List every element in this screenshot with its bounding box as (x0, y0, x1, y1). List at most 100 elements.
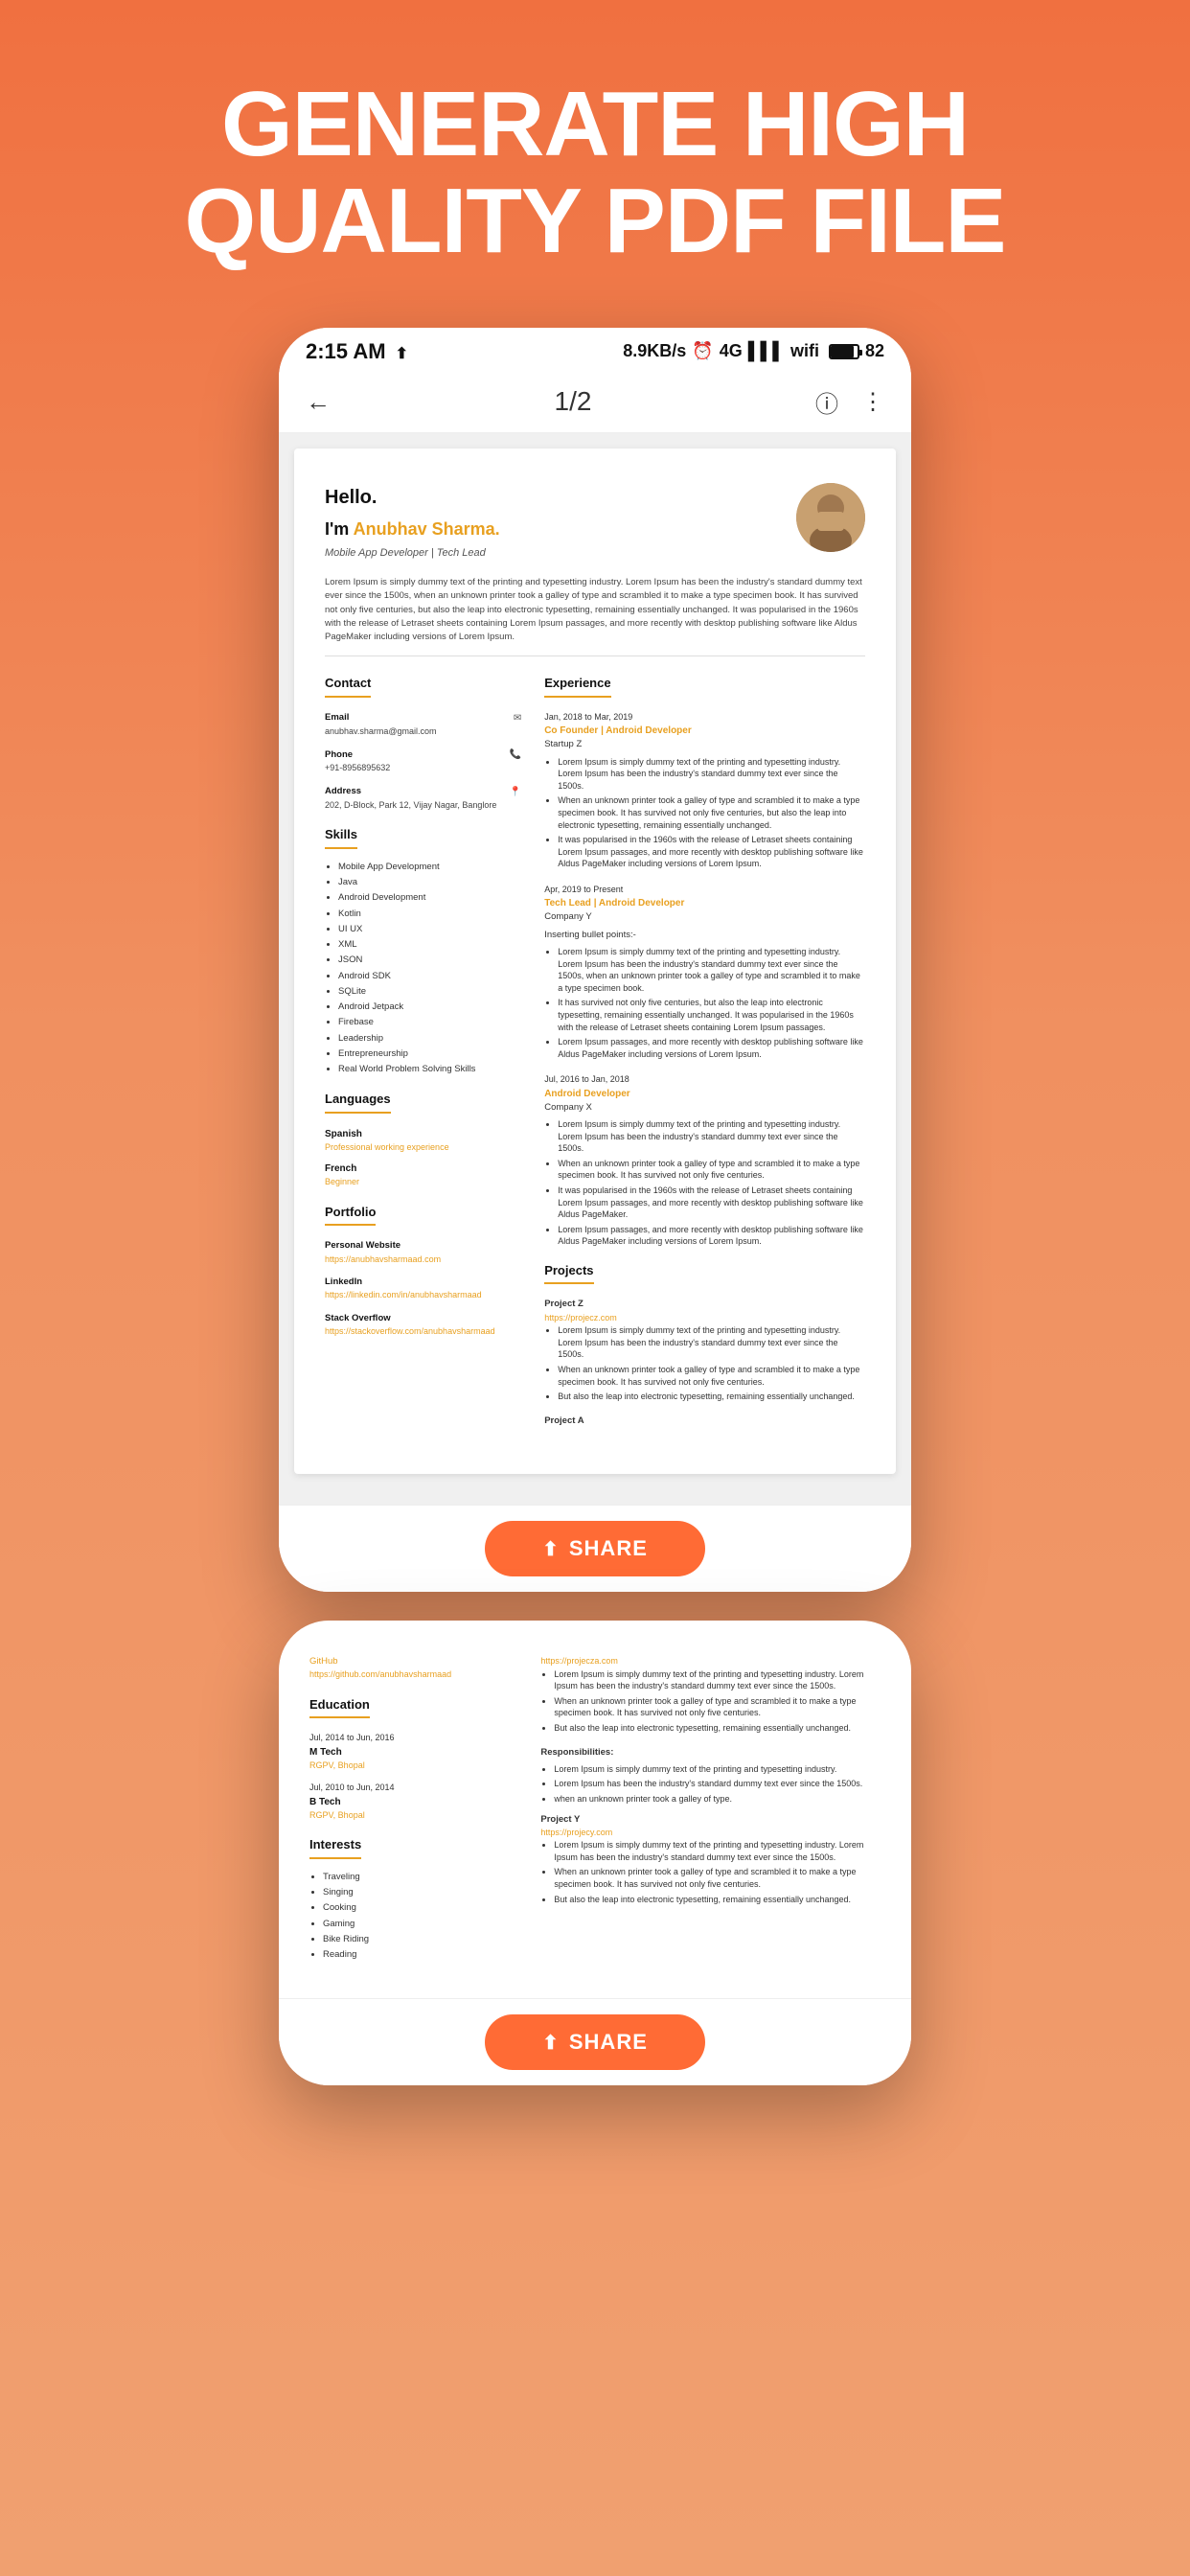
phone-frame-2: GitHub https://github.com/anubhavsharmaa… (279, 1621, 911, 2085)
skill-item: UI UX (338, 923, 521, 936)
bullet-item: When an unknown printer took a galley of… (558, 1364, 865, 1388)
status-right: 8.9KB/s ⏰ 4G ▌▌▌ wifi 82 (623, 341, 884, 361)
phone-contact: Phone 📞 +91-8956895632 (325, 748, 521, 775)
portfolio-link[interactable]: https://anubhavsharmaad.com (325, 1254, 521, 1267)
lang-name: French (325, 1162, 521, 1176)
github-label: GitHub (309, 1655, 517, 1668)
lang-name: Spanish (325, 1127, 521, 1141)
skills-section: Skills Mobile App DevelopmentJavaAndroid… (325, 825, 521, 1076)
email-value: anubhav.sharma@gmail.com (325, 725, 521, 739)
bullet-item: But also the leap into electronic typese… (554, 1894, 881, 1906)
github-section: GitHub https://github.com/anubhavsharmaa… (309, 1655, 517, 1682)
projects-section-title: Projects (544, 1261, 593, 1285)
exp-company: Startup Z (544, 738, 865, 751)
phone-value: +91-8956895632 (325, 762, 521, 775)
wifi-icon: wifi (790, 341, 819, 361)
exp-bullets: Lorem Ipsum is simply dummy text of the … (544, 1118, 865, 1248)
project-link[interactable]: https://projecz.com (544, 1312, 865, 1325)
hero-section: GENERATE HIGH QUALITY PDF FILE (0, 0, 1190, 328)
experience-list: Jan, 2018 to Mar, 2019 Co Founder | Andr… (544, 711, 865, 1248)
bullet-item: But also the leap into electronic typese… (558, 1391, 865, 1403)
portfolio-link[interactable]: https://linkedin.com/in/anubhavsharmaad (325, 1289, 521, 1302)
project-a-link[interactable]: https://projecza.com (540, 1655, 881, 1668)
portfolio-item: LinkedInhttps://linkedin.com/in/anubhavs… (325, 1276, 521, 1302)
speed-indicator: 8.9KB/s (623, 341, 686, 361)
left-column: Contact Email ✉ anubhav.sharma@gmail.com (325, 674, 521, 1439)
skill-item: Android Jetpack (338, 1000, 521, 1014)
resume-page-1: Hello. I'm Anubhav Sharma. Mobile App De… (294, 448, 896, 1474)
status-time: 2:15 AM ⬆ (306, 339, 408, 364)
signal-icon: ▌▌▌ (748, 341, 785, 361)
project-y-link[interactable]: https://projecy.com (540, 1827, 881, 1840)
bullet-item: Lorem Ipsum passages, and more recently … (558, 1036, 865, 1060)
skill-item: Android SDK (338, 970, 521, 983)
experience-item: Jan, 2018 to Mar, 2019 Co Founder | Andr… (544, 711, 865, 870)
bullet-item: But also the leap into electronic typese… (554, 1722, 881, 1735)
share-button[interactable]: ⬆ SHARE (485, 1521, 705, 1576)
back-button[interactable]: ← (306, 387, 331, 417)
nav-bar: ← 1/2 ⓘ ⋮ (279, 372, 911, 433)
lang-level: Beginner (325, 1176, 521, 1189)
address-label: Address (325, 785, 361, 798)
info-icon[interactable]: ⓘ (815, 385, 838, 419)
interest-item: Singing (323, 1886, 517, 1899)
portfolio-label: LinkedIn (325, 1276, 521, 1289)
interest-item: Cooking (323, 1901, 517, 1915)
education-item: Jul, 2010 to Jun, 2014 B Tech RGPV, Bhop… (309, 1782, 517, 1822)
interest-item: Gaming (323, 1918, 517, 1931)
interests-list: TravelingSingingCookingGamingBike Riding… (309, 1871, 517, 1963)
phone-mockup-1: 2:15 AM ⬆ 8.9KB/s ⏰ 4G ▌▌▌ wifi 82 ← 1/2… (0, 328, 1190, 1621)
project-name: Project A (544, 1414, 865, 1428)
github-link[interactable]: https://github.com/anubhavsharmaad (309, 1668, 517, 1682)
page-indicator: 1/2 (555, 386, 592, 417)
bullet-item: Lorem Ipsum is simply dummy text of the … (558, 1324, 865, 1361)
skill-item: Mobile App Development (338, 861, 521, 874)
skills-list: Mobile App DevelopmentJavaAndroid Develo… (325, 861, 521, 1077)
share-button-2[interactable]: ⬆ SHARE (485, 2014, 705, 2070)
portfolio-link[interactable]: https://stackoverflow.com/anubhavsharmaa… (325, 1325, 521, 1339)
interest-item: Bike Riding (323, 1933, 517, 1946)
edu-school: RGPV, Bhopal (309, 1809, 517, 1823)
email-contact: Email ✉ anubhav.sharma@gmail.com (325, 711, 521, 739)
bullet-item: When an unknown printer took a galley of… (554, 1695, 881, 1719)
responsibilities-label: Responsibilities: (540, 1746, 881, 1760)
exp-date: Jan, 2018 to Mar, 2019 (544, 711, 865, 724)
more-icon[interactable]: ⋮ (861, 388, 884, 416)
education-list: Jul, 2014 to Jun, 2016 M Tech RGPV, Bhop… (309, 1732, 517, 1822)
portfolio-list: Personal Websitehttps://anubhavsharmaad.… (325, 1239, 521, 1338)
education-section: Education Jul, 2014 to Jun, 2016 M Tech … (309, 1695, 517, 1823)
network-icon: 4G (720, 341, 743, 361)
experience-item: Apr, 2019 to Present Tech Lead | Android… (544, 884, 865, 1060)
exp-date: Jul, 2016 to Jan, 2018 (544, 1073, 865, 1087)
email-label: Email (325, 711, 349, 724)
resume-container: Hello. I'm Anubhav Sharma. Mobile App De… (279, 433, 911, 1505)
exp-company: Company X (544, 1101, 865, 1115)
address-contact: Address 📍 202, D-Block, Park 12, Vijay N… (325, 785, 521, 813)
nav-icons: ⓘ ⋮ (815, 385, 884, 419)
phone-mockup-2: GitHub https://github.com/anubhavsharmaa… (0, 1621, 1190, 2124)
responsibility-item: Lorem Ipsum is simply dummy text of the … (554, 1763, 881, 1776)
full-name: Anubhav Sharma. (354, 519, 500, 539)
edu-degree: B Tech (309, 1795, 517, 1809)
bullet-item: When an unknown printer took a galley of… (558, 794, 865, 831)
share-label-2: SHARE (569, 2030, 648, 2055)
portfolio-section: Portfolio Personal Websitehttps://anubha… (325, 1203, 521, 1339)
skill-item: SQLite (338, 985, 521, 999)
portfolio-label: Stack Overflow (325, 1312, 521, 1325)
alarm-icon: ⏰ (692, 341, 713, 361)
project-y-name: Project Y (540, 1813, 881, 1827)
languages-section: Languages SpanishProfessional working ex… (325, 1090, 521, 1189)
name-prefix: I'm (325, 519, 354, 539)
experience-item: Jul, 2016 to Jan, 2018 Android Developer… (544, 1073, 865, 1248)
languages-list: SpanishProfessional working experienceFr… (325, 1127, 521, 1189)
exp-role: Android Developer (544, 1087, 865, 1101)
projects-list: Project Z https://projecz.com Lorem Ipsu… (544, 1298, 865, 1428)
bullet-item: It has survived not only five centuries,… (558, 997, 865, 1033)
bullet-item: It was popularised in the 1960s with the… (558, 834, 865, 870)
responsibilities-section: Responsibilities: Lorem Ipsum is simply … (540, 1746, 881, 1806)
share-bar: ⬆ SHARE (279, 1505, 911, 1592)
project-y-section: Project Y https://projecy.com Lorem Ipsu… (540, 1813, 881, 1906)
project-y-bullets: Lorem Ipsum is simply dummy text of the … (540, 1839, 881, 1905)
summary-text: Lorem Ipsum is simply dummy text of the … (325, 576, 865, 656)
project-name: Project Z (544, 1298, 865, 1311)
